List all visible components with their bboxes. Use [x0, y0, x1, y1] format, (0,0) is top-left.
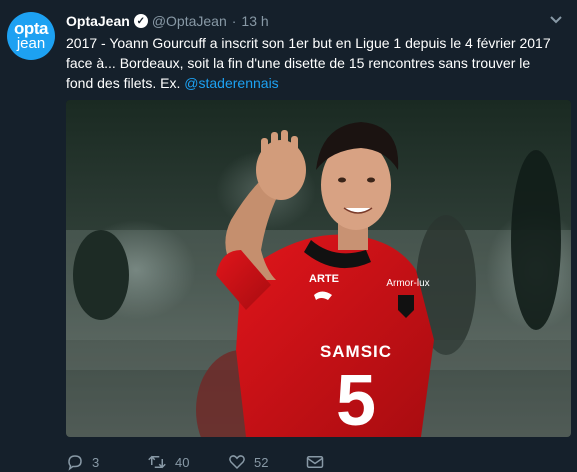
avatar-text-top: opta [14, 19, 48, 38]
tweet-body: 2017 - Yoann Gourcuff a inscrit son 1er … [66, 35, 551, 91]
reply-icon [68, 455, 82, 471]
reply-button[interactable]: 3 [66, 453, 147, 471]
separator: · [231, 13, 237, 29]
like-count: 52 [254, 454, 269, 470]
retweet-icon [148, 455, 166, 469]
reply-count: 3 [92, 454, 100, 470]
direct-message-button[interactable] [306, 454, 324, 470]
retweet-count: 40 [175, 454, 190, 470]
mention-link[interactable]: @staderennais [184, 75, 278, 91]
tweet-photo[interactable]: SAMSIC 5 ARTE Armor-lux [66, 100, 571, 437]
player-photo: SAMSIC 5 ARTE Armor-lux [66, 100, 571, 437]
tweet-text: 2017 - Yoann Gourcuff a inscrit son 1er … [66, 33, 560, 93]
avatar-text-bottom: jean [16, 35, 46, 52]
timestamp[interactable]: 13 h [241, 13, 268, 29]
display-name[interactable]: OptaJean [66, 13, 130, 29]
tweet-header: OptaJean ✓ @OptaJean · 13 h [66, 11, 269, 31]
jersey-number: 5 [336, 361, 376, 437]
jersey-chest-text: Armor-lux [386, 278, 429, 289]
like-button[interactable]: 52 [228, 453, 306, 471]
user-handle[interactable]: @OptaJean [152, 13, 227, 29]
tweet-actions: 3 40 52 [66, 452, 324, 472]
heart-icon [229, 455, 245, 470]
jersey-maker: ARTE [309, 273, 339, 285]
retweet-button[interactable]: 40 [147, 453, 228, 471]
envelope-icon [306, 456, 324, 468]
jersey-sponsor: SAMSIC [320, 342, 392, 361]
chevron-down-icon[interactable] [549, 12, 563, 28]
verified-icon: ✓ [133, 14, 148, 28]
avatar[interactable]: opta jean [7, 12, 55, 60]
tweet-card: opta jean OptaJean ✓ @OptaJean · 13 h 20… [0, 0, 577, 472]
